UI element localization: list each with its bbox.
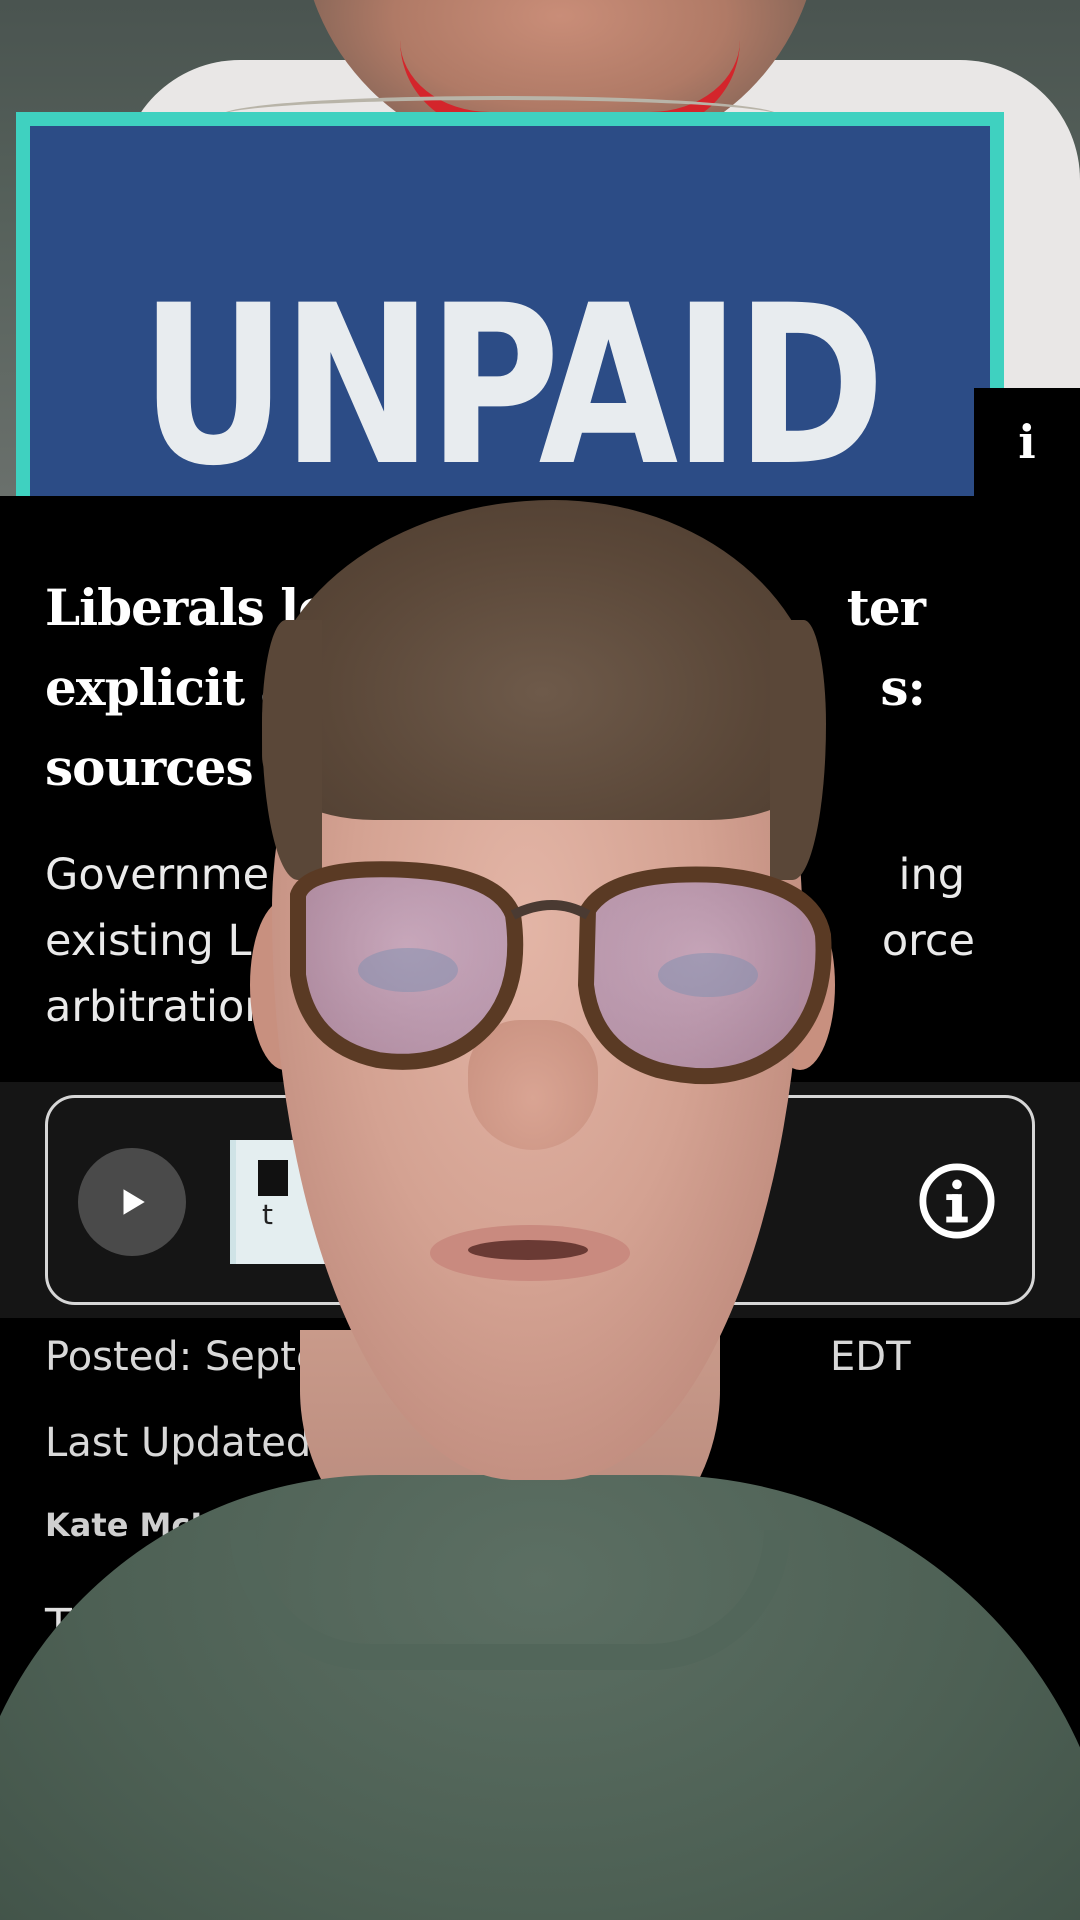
protest-sign: UNPAID bbox=[16, 112, 1004, 496]
thumbnail-text: t bbox=[262, 1198, 273, 1231]
last-updated: Last Updated: bbox=[45, 1420, 325, 1466]
summary-line-1: Governme bbox=[45, 850, 270, 900]
image-info-button[interactable]: i bbox=[974, 388, 1080, 496]
posted-date: Posted: Septe EDT bbox=[45, 1334, 911, 1380]
headline-fragment-2: s: bbox=[880, 658, 926, 717]
summary-line-2: existing L bbox=[45, 916, 252, 966]
audio-thumbnail: t bbox=[230, 1140, 340, 1264]
summary-fragment-1: ing bbox=[898, 850, 966, 900]
sign-text: UNPAID bbox=[139, 258, 885, 496]
posted-timezone: EDT bbox=[830, 1334, 911, 1380]
info-icon: i bbox=[1018, 415, 1036, 469]
headline-fragment-1: ter bbox=[846, 578, 926, 637]
summary-fragment-2: orce bbox=[881, 916, 975, 966]
headline-line-1: Liberals lo bbox=[45, 578, 332, 637]
article-hero-image: UNPAID bbox=[0, 0, 1080, 496]
article-body-text: Th bbox=[45, 1600, 100, 1651]
thumbnail-mark bbox=[258, 1160, 288, 1196]
article-headline: Liberals lo ter explicit a s: sources bbox=[45, 568, 1005, 808]
audio-player[interactable] bbox=[45, 1095, 1035, 1305]
play-button[interactable] bbox=[78, 1148, 186, 1256]
audio-info-button[interactable] bbox=[918, 1162, 996, 1240]
author-byline[interactable]: Kate McKenn bbox=[45, 1506, 282, 1544]
headline-line-3: sources bbox=[45, 738, 254, 797]
play-icon bbox=[123, 1189, 145, 1215]
info-circle-icon bbox=[919, 1163, 995, 1239]
summary-line-3: arbitration bbox=[45, 982, 272, 1032]
article-summary: Governme ing existing L orce arbitration bbox=[45, 842, 1005, 1040]
headline-line-2: explicit a bbox=[45, 658, 293, 717]
posted-label: Posted: Septe bbox=[45, 1334, 321, 1380]
